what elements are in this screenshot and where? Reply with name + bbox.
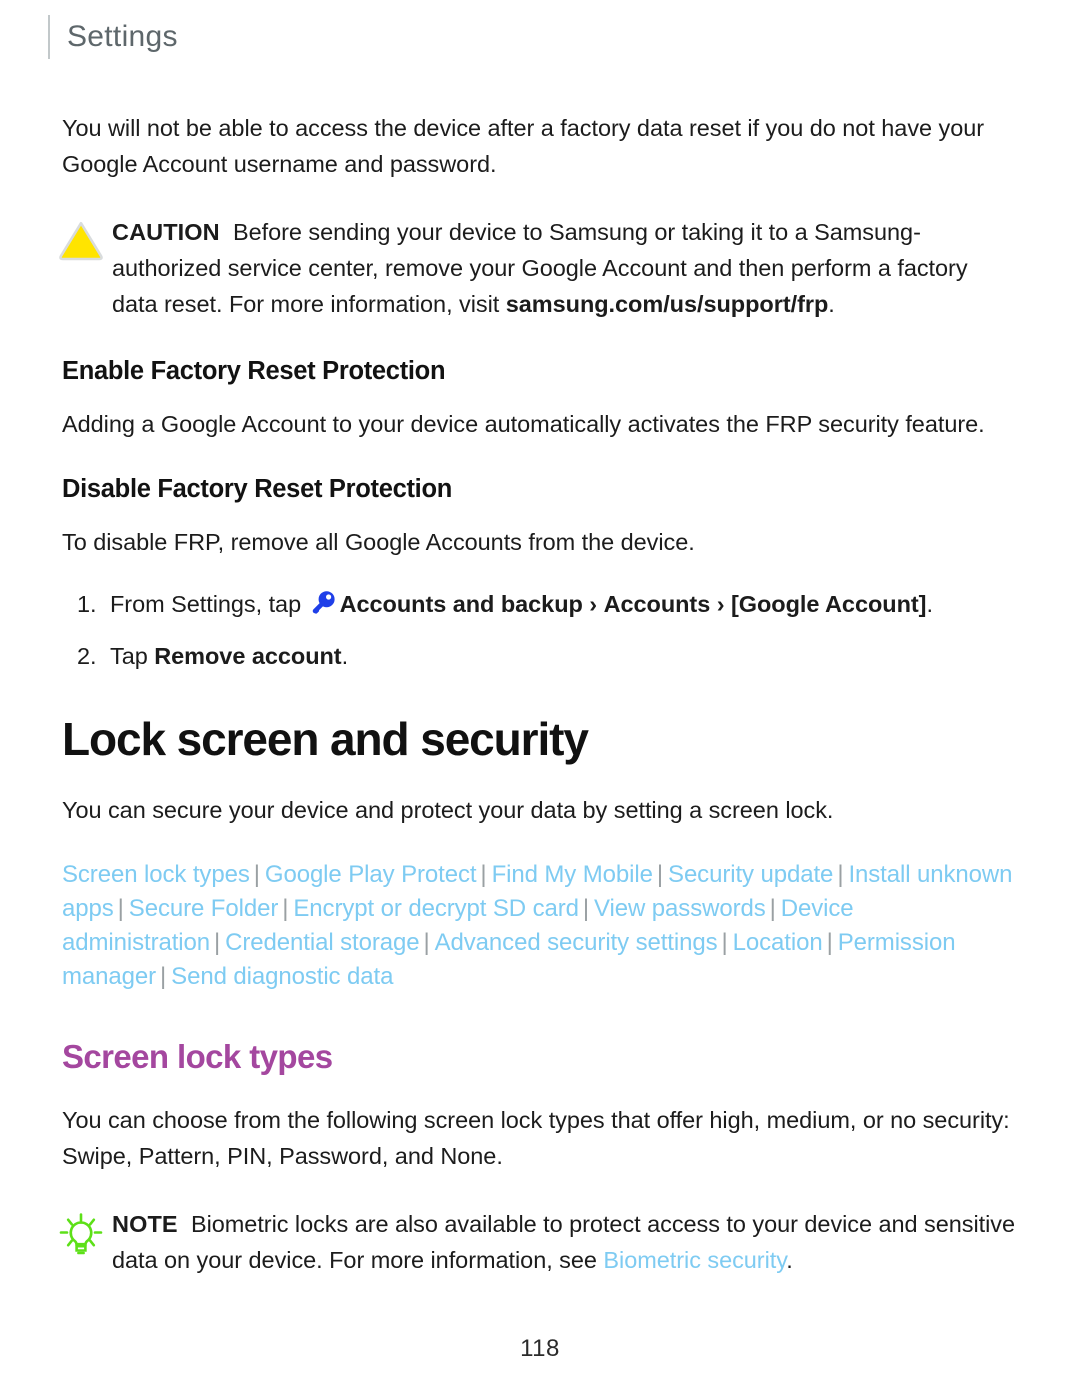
- step-1-path-1: Accounts and backup: [339, 590, 583, 617]
- note-body-before: Biometric locks are also available to pr…: [112, 1211, 1016, 1274]
- note-label: NOTE: [112, 1211, 178, 1238]
- running-header: Settings: [48, 14, 178, 60]
- step-1-path-2: Accounts: [603, 590, 711, 617]
- enable-frp-heading: Enable Factory Reset Protection: [62, 357, 446, 385]
- xref-link[interactable]: Security update: [668, 861, 833, 888]
- xref-link[interactable]: Find My Mobile: [492, 861, 653, 888]
- step-item: From Settings, tap Accounts and backup ›…: [62, 586, 1018, 626]
- caution-text: CAUTION Before sending your device to Sam…: [112, 214, 1018, 322]
- note-body-after: .: [786, 1247, 793, 1274]
- step-2-lead: Tap: [110, 642, 155, 669]
- key-icon: [310, 590, 336, 626]
- note-callout: NOTE Biometric locks are also available t…: [59, 1206, 1018, 1278]
- header-divider: [48, 15, 50, 59]
- chapter-intro: You can secure your device and protect y…: [62, 797, 834, 824]
- xref-link[interactable]: Google Play Protect: [265, 861, 477, 888]
- disable-frp-paragraph: To disable FRP, remove all Google Accoun…: [62, 528, 695, 555]
- header-title: Settings: [67, 20, 178, 53]
- xref-link[interactable]: Send diagnostic data: [171, 963, 393, 990]
- xref-separator: |: [214, 929, 221, 957]
- xref-link[interactable]: Credential storage: [225, 929, 419, 956]
- disable-frp-steps: From Settings, tap Accounts and backup ›…: [62, 586, 1018, 674]
- intro-paragraph: You will not be able to access the devic…: [62, 115, 985, 177]
- step-1-lead: From Settings, tap: [110, 590, 308, 617]
- enable-frp-paragraph: Adding a Google Account to your device a…: [62, 410, 985, 437]
- step-1-tail: .: [926, 590, 933, 617]
- xref-link[interactable]: Advanced security settings: [435, 929, 718, 956]
- xref-separator: |: [117, 895, 124, 923]
- xref-separator: |: [769, 895, 776, 923]
- screen-lock-types-paragraph: You can choose from the following screen…: [62, 1107, 1010, 1170]
- caution-callout: CAUTION Before sending your device to Sam…: [59, 214, 1018, 322]
- xref-link[interactable]: Secure Folder: [129, 895, 279, 922]
- xref-separator: |: [826, 929, 833, 957]
- xref-separator: |: [582, 895, 590, 923]
- xref-separator: |: [656, 861, 664, 889]
- xref-link[interactable]: Screen lock types: [62, 861, 250, 888]
- xref-separator: |: [480, 861, 487, 889]
- section-heading-screen-lock-types: Screen lock types: [62, 1038, 333, 1076]
- lightbulb-icon: [58, 1206, 112, 1258]
- xref-link[interactable]: Location: [733, 929, 823, 956]
- xref-link-list: Screen lock types | Google Play Protect | Fi…: [62, 858, 1018, 994]
- step-2-tail: .: [341, 642, 349, 669]
- step-1-arrow-1: ›: [589, 590, 598, 617]
- xref-separator: |: [423, 929, 430, 957]
- chapter-title: Lock screen and security: [62, 712, 589, 765]
- warning-triangle-icon: [58, 214, 112, 261]
- caution-body-after: .: [828, 291, 835, 317]
- note-text: NOTE Biometric locks are also available t…: [112, 1206, 1018, 1278]
- xref-separator: |: [837, 861, 844, 889]
- page-number: 118: [520, 1335, 560, 1362]
- xref-separator: |: [160, 963, 167, 991]
- step-item: Tap Remove account.: [62, 638, 1018, 674]
- xref-separator: |: [721, 929, 728, 957]
- step-1-arrow-2: ›: [716, 590, 725, 617]
- xref-separator: |: [282, 895, 289, 923]
- xref-link[interactable]: Encrypt or decrypt SD card: [293, 895, 579, 922]
- step-2-bold: Remove account: [154, 642, 342, 669]
- caution-url: samsung.com/us/support/frp: [505, 291, 829, 317]
- disable-frp-heading: Disable Factory Reset Protection: [62, 474, 453, 503]
- note-xref-link[interactable]: Biometric security: [603, 1247, 786, 1273]
- xref-link[interactable]: View passwords: [594, 895, 766, 922]
- xref-separator: |: [253, 861, 260, 889]
- page-content: You will not be able to access the devic…: [59, 110, 1018, 1312]
- step-1-path-3: [Google Account]: [730, 590, 927, 617]
- caution-label: CAUTION: [112, 219, 220, 245]
